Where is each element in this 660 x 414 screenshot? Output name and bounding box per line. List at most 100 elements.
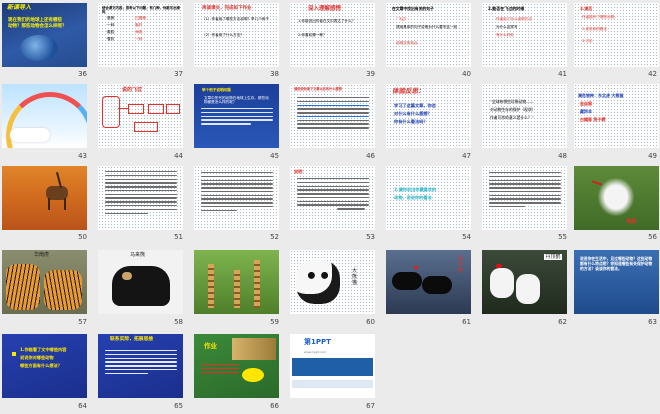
- slide-number: 53: [366, 233, 375, 241]
- slide-thumbnail[interactable]: [482, 166, 567, 230]
- slide-title: 在文章中找出有关的句子: [392, 6, 434, 11]
- slide-text: 你有什么看法吗？: [394, 119, 428, 124]
- ibis-image: [596, 176, 636, 218]
- slide-thumbnail[interactable]: 再读课文，完成如下作业 （1）作者用了哪些方法说明？举几个例子 （2）作者用了什…: [194, 3, 279, 67]
- slide-thumbnail[interactable]: 丹顶鹤: [482, 250, 567, 314]
- slide-text: 作者写作的意义是什么？”: [490, 115, 534, 120]
- slide-sorter: { "slides": [ {"num":"36","title":"新课导入"…: [0, 0, 660, 414]
- slide-text: www.1ppt.com: [304, 350, 327, 354]
- slide-thumbnail[interactable]: 在文章中找出有关的句子 “飞过” 请用具体的句子说明为什么要写这一段 说明文的特…: [386, 3, 471, 67]
- slide-number: 56: [648, 233, 657, 241]
- slide-text: 1.你能说出作者在文中表达了什么？: [298, 19, 356, 23]
- slide-text: 对动物生存的保护（现状）: [490, 107, 536, 112]
- swan-image: [422, 276, 452, 294]
- slide-number: 45: [270, 152, 279, 160]
- slide-thumbnail[interactable]: 说明：: [290, 166, 375, 230]
- slide-thumbnail[interactable]: 体验反思： 学习了这篇文章，你会 对什么有什么感想？ 你有什么看法吗？: [386, 84, 471, 148]
- slide-text: 2.你喜欢哪一种？: [298, 33, 327, 37]
- photo-strip: [232, 338, 276, 360]
- slide-text: 作者用了什么说明方法: [496, 17, 532, 21]
- text-lines: [201, 172, 273, 214]
- slide-title: 新课导入: [7, 4, 32, 11]
- text-lines: [297, 97, 369, 131]
- slide-text: “飞过”: [396, 17, 407, 21]
- slide-text: ·白唇鹿: [134, 16, 146, 20]
- slide-thumbnail[interactable]: 作业: [194, 334, 279, 398]
- slide-thumbnail[interactable]: [2, 84, 87, 148]
- slide-thumbnail[interactable]: 朱鹮: [574, 166, 659, 230]
- antelope-leg: [64, 198, 66, 210]
- bear-image: [112, 266, 170, 306]
- slide-text: 对什么有什么感想？: [394, 111, 432, 116]
- slide-thumbnail[interactable]: 请说说你读了文章以后有什么感想: [290, 84, 375, 148]
- slide-thumbnail[interactable]: [194, 166, 279, 230]
- text-lines: [105, 171, 177, 216]
- slide-title: 举个例子说明问题: [202, 88, 231, 92]
- connector-line: [118, 108, 128, 109]
- slide-number: 66: [270, 402, 279, 410]
- slide-text: 学习了这篇文章，你会: [394, 103, 436, 108]
- slide-text: 1.你能看了文中哪些内容: [20, 347, 67, 352]
- slide-thumbnail[interactable]: 2.请你说出你最喜欢的 动物，说说你的看法: [386, 166, 471, 230]
- slide-text: 2.请你说出你最喜欢的: [394, 187, 437, 192]
- slide-text: 说说你在生活中，见过哪些动物？这些动物都有什么特点呢？你知道哪些有关保护动物的方…: [580, 256, 653, 272]
- slide-title: 联系实际，拓展思维: [110, 337, 154, 342]
- slide-caption: 马来熊: [130, 252, 146, 258]
- slide-caption: 大熊猫: [352, 268, 358, 286]
- slide-text: “全球有哪些珍稀动物——: [490, 99, 534, 104]
- slide-number: 51: [174, 233, 183, 241]
- slide-thumbnail[interactable]: 大熊猫: [290, 250, 375, 314]
- slide-text: 3.讨论: [582, 39, 593, 43]
- diagram-box: [166, 104, 180, 114]
- slide-text: （2）作者用了什么方法？: [202, 33, 244, 37]
- slide-thumbnail[interactable]: 结合课文内容，思考以下问题，有几种，你能写出来吗 ·猞猁 ·白唇鹿 ·一种 ·鬣…: [98, 3, 183, 67]
- slide-thumbnail[interactable]: 1.你能看了文中哪些内容 说说你对哪些动物 哪些方面有什么想法？: [2, 334, 87, 398]
- slide-text: 金丝猴: [580, 101, 592, 106]
- slide-thumbnail[interactable]: 举个例子说明问题 文章中所写的动物在地球上生存，那些动物都是怎么样的呢？: [194, 84, 279, 148]
- slide-number: 57: [78, 318, 87, 326]
- slide-thumbnail[interactable]: 濒危物种：东北虎 大熊猫 金丝猴 藏羚羊 白鳍豚 扬子鳄: [574, 84, 659, 148]
- slide-number: 55: [558, 233, 567, 241]
- antelope-leg: [48, 198, 50, 210]
- slide-thumbnail[interactable]: 说说你在生活中，见过哪些动物？这些动物都有什么特点呢？你知道哪些有关保护动物的方…: [574, 250, 659, 314]
- slide-thumbnail[interactable]: 联系实际，拓展思维: [98, 334, 183, 398]
- slide-title: 作业: [204, 342, 217, 350]
- slide-number: 59: [270, 318, 279, 326]
- slide-thumbnail[interactable]: 新课导入 现在我们的地球上还有哪些 动物？那些动物会怎么样呢？: [2, 3, 87, 67]
- slide-thumbnail[interactable]: 黑天鹅: [386, 250, 471, 314]
- slide-text: 哪些方面有什么想法？: [20, 363, 62, 368]
- diagram-box: [134, 122, 158, 132]
- slide-thumbnail[interactable]: 第1PPT www.1ppt.com: [290, 334, 375, 398]
- slide-thumbnail[interactable]: [98, 166, 183, 230]
- slide-thumbnail[interactable]: 华南虎: [2, 250, 87, 314]
- slide-number: 67: [366, 402, 375, 410]
- diagram-box: [102, 96, 120, 128]
- slide-thumbnail[interactable]: “全球有哪些珍稀动物—— 对动物生存的保护（现状） 作者写作的意义是什么？”: [482, 84, 567, 148]
- giraffe-image: [208, 264, 214, 308]
- slide-thumbnail[interactable]: 说的飞过: [98, 84, 183, 148]
- slide-text: ·戴胜: [106, 30, 115, 34]
- slide-title: 第1PPT: [304, 338, 331, 346]
- diagram-box: [128, 104, 144, 114]
- slide-number: 58: [174, 318, 183, 326]
- slide-text: ·猞猁: [106, 16, 115, 20]
- slide-number: 37: [174, 70, 183, 78]
- globe-image: [20, 35, 58, 61]
- slide-number: 48: [558, 152, 567, 160]
- slide-text: 说说你对哪些动物: [20, 355, 54, 360]
- slide-number: 38: [270, 70, 279, 78]
- slide-thumbnail[interactable]: 2.能否在飞过的时候 作者用了什么说明方法 为什么这样写 有什么好处: [482, 3, 567, 67]
- slide-thumbnail[interactable]: 3.课后 作者描写了哪些动物， 2.说说你的看法 3.讨论: [574, 3, 659, 67]
- slide-title: 说的飞过: [122, 87, 143, 93]
- slide-thumbnail[interactable]: 马来熊: [98, 250, 183, 314]
- slide-text: 文章中所写的动物在地球上生存，那些动物都是怎么样的呢？: [204, 96, 269, 105]
- slide-thumbnail[interactable]: 深入理解感悟 1.你能说出作者在文中表达了什么？ 2.你喜欢哪一种？: [290, 3, 375, 67]
- slide-number: 52: [270, 233, 279, 241]
- slide-thumbnail[interactable]: [2, 166, 87, 230]
- slide-text: 藏羚羊: [580, 109, 592, 114]
- slide-thumbnail[interactable]: [194, 250, 279, 314]
- slide-title: 请说说你读了文章以后有什么感想: [294, 87, 342, 91]
- slide-number: 39: [366, 70, 375, 78]
- slide-number: 63: [648, 318, 657, 326]
- text-lines: [201, 364, 239, 375]
